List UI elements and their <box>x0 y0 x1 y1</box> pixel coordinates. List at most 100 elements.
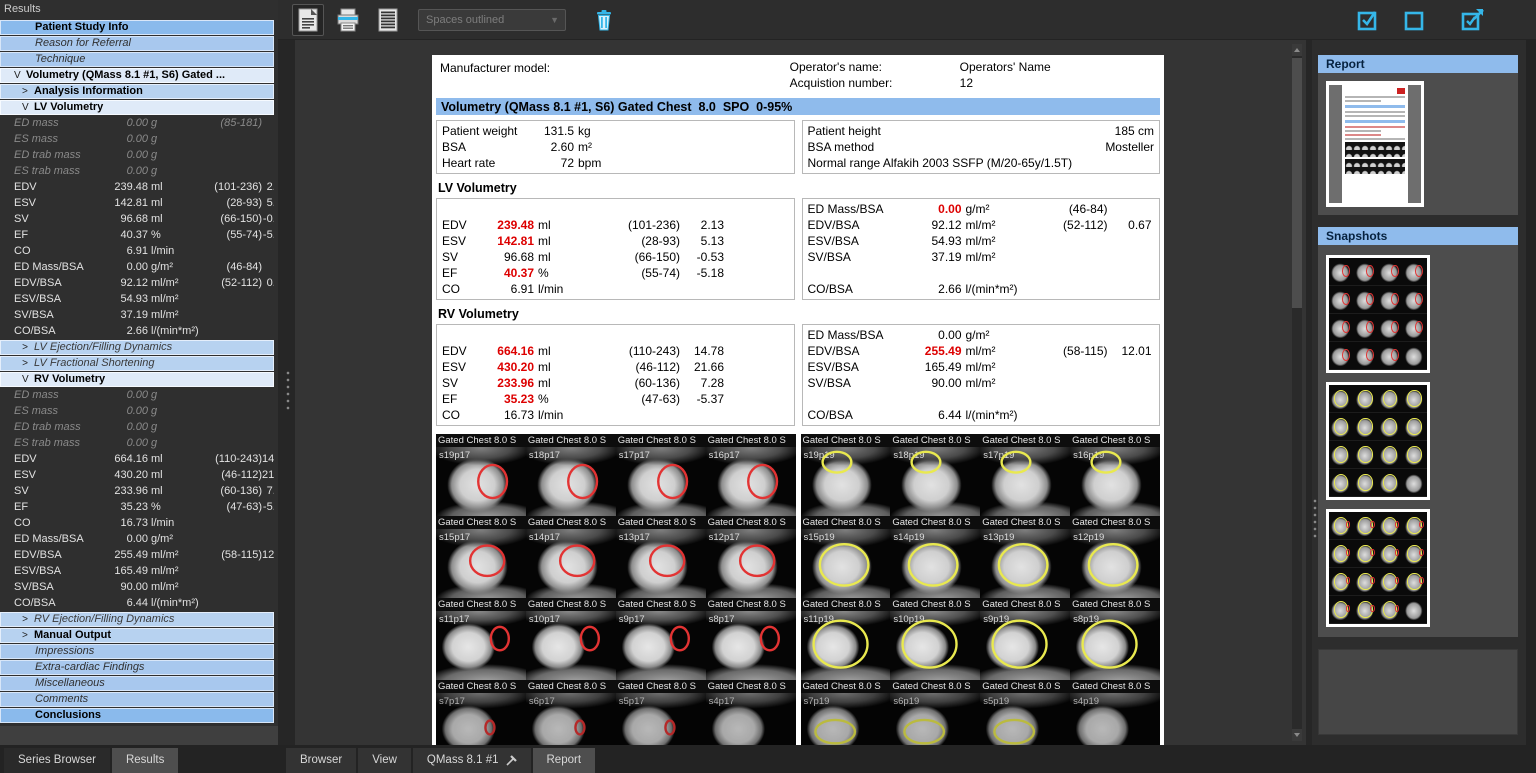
image-cell[interactable]: Gated Chest 8.0 Ss9p19 <box>980 598 1070 680</box>
vertical-scrollbar[interactable] <box>1292 44 1302 741</box>
image-cell[interactable]: Gated Chest 8.0 Ss7p19 <box>801 680 891 745</box>
text-report-button[interactable] <box>372 4 404 36</box>
snapshot-mini-image <box>1403 286 1428 314</box>
image-cell[interactable]: Gated Chest 8.0 Ss13p19 <box>980 516 1070 598</box>
image-cell[interactable]: Gated Chest 8.0 Ss18p19 <box>890 434 980 516</box>
image-cell-series-label: Gated Chest 8.0 S <box>890 680 980 693</box>
spaces-dropdown[interactable]: Spaces outlined ▼ <box>418 9 566 31</box>
image-cell[interactable]: Gated Chest 8.0 Ss7p17 <box>436 680 526 745</box>
image-cell[interactable]: Gated Chest 8.0 Ss4p17 <box>706 680 796 745</box>
snapshot-mini-image <box>1378 469 1403 497</box>
tree-section[interactable]: Comments <box>0 692 274 707</box>
image-cell[interactable]: Gated Chest 8.0 Ss14p17 <box>526 516 616 598</box>
image-cell[interactable]: Gated Chest 8.0 Ss16p17 <box>706 434 796 516</box>
image-cell[interactable]: Gated Chest 8.0 Ss8p19 <box>1070 598 1160 680</box>
cardiac-mri-image: s10p17 <box>526 611 616 680</box>
report-view-button[interactable] <box>292 4 324 36</box>
uncheck-all-button[interactable] <box>1398 4 1430 36</box>
image-cell[interactable]: Gated Chest 8.0 Ss9p17 <box>616 598 706 680</box>
yellow-contour-mini <box>1358 446 1372 462</box>
results-tree: Patient Study InfoReason for ReferralTec… <box>0 18 278 724</box>
snapshot-mini-image <box>1354 512 1379 540</box>
tab-results[interactable]: Results <box>112 748 178 773</box>
export-checked-button[interactable] <box>1458 4 1490 36</box>
image-cell[interactable]: Gated Chest 8.0 Ss4p19 <box>1070 680 1160 745</box>
tree-section[interactable]: >LV Ejection/Filling Dynamics <box>0 340 274 355</box>
image-cell[interactable]: Gated Chest 8.0 Ss14p19 <box>890 516 980 598</box>
image-cell[interactable]: Gated Chest 8.0 Ss19p19 <box>801 434 891 516</box>
result-z: 0.67 <box>262 276 274 291</box>
tree-section[interactable]: >RV Ejection/Filling Dynamics <box>0 612 274 627</box>
image-cell[interactable]: Gated Chest 8.0 Ss10p19 <box>890 598 980 680</box>
snapshot-thumbnail[interactable] <box>1326 382 1430 500</box>
image-cell[interactable]: Gated Chest 8.0 Ss17p17 <box>616 434 706 516</box>
image-cell[interactable]: Gated Chest 8.0 Ss15p19 <box>801 516 891 598</box>
image-cell[interactable]: Gated Chest 8.0 Ss13p17 <box>616 516 706 598</box>
tab-browser[interactable]: Browser <box>286 748 356 773</box>
image-cell[interactable]: Gated Chest 8.0 Ss10p17 <box>526 598 616 680</box>
image-cell[interactable]: Gated Chest 8.0 Ss11p17 <box>436 598 526 680</box>
measurement-range <box>1032 327 1108 343</box>
tree-section[interactable]: Miscellaneous <box>0 676 274 691</box>
image-cell[interactable]: Gated Chest 8.0 Ss19p17 <box>436 434 526 516</box>
tree-section[interactable]: Patient Study Info <box>0 20 274 35</box>
image-cell[interactable]: Gated Chest 8.0 Ss12p17 <box>706 516 796 598</box>
result-lbl: EDV <box>14 452 98 467</box>
snapshot-mini-image <box>1378 342 1403 370</box>
snapshot-mini-image <box>1403 596 1428 624</box>
tree-section[interactable]: >Analysis Information <box>0 84 274 99</box>
patient-row: BSA2.60m² <box>442 139 789 155</box>
image-cell[interactable]: Gated Chest 8.0 Ss12p19 <box>1070 516 1160 598</box>
result-lbl: ESV/BSA <box>14 292 98 307</box>
image-cell[interactable]: Gated Chest 8.0 Ss18p17 <box>526 434 616 516</box>
result-z: 2.13 <box>262 180 274 195</box>
tab-qmass-8-1-1[interactable]: QMass 8.1 #1 <box>413 748 531 773</box>
scroll-up-button[interactable] <box>1292 44 1302 56</box>
tab-view[interactable]: View <box>358 748 411 773</box>
check-all-button[interactable] <box>1352 4 1384 36</box>
tab-series-browser[interactable]: Series Browser <box>4 748 110 773</box>
tree-section[interactable]: Technique <box>0 52 274 67</box>
tree-section[interactable]: Conclusions <box>0 708 274 723</box>
image-cell[interactable]: Gated Chest 8.0 Ss6p19 <box>890 680 980 745</box>
image-cell[interactable]: Gated Chest 8.0 Ss6p17 <box>526 680 616 745</box>
tree-section[interactable]: VLV Volumetry <box>0 100 274 115</box>
tree-section[interactable]: VRV Volumetry <box>0 372 274 387</box>
image-cell[interactable]: Gated Chest 8.0 Ss11p19 <box>801 598 891 680</box>
image-cell[interactable]: Gated Chest 8.0 Ss8p17 <box>706 598 796 680</box>
yellow-contour-mini <box>1334 474 1348 490</box>
tree-section[interactable]: Extra-cardiac Findings <box>0 660 274 675</box>
tree-section[interactable]: >Manual Output <box>0 628 274 643</box>
measurement-range: (47-63) <box>600 391 680 407</box>
image-cell[interactable]: Gated Chest 8.0 Ss15p17 <box>436 516 526 598</box>
pin-icon[interactable] <box>505 755 517 767</box>
measurement-unit: l/min <box>534 281 600 297</box>
medis-logo <box>1397 88 1405 94</box>
image-cell[interactable]: Gated Chest 8.0 Ss17p19 <box>980 434 1070 516</box>
tab-report[interactable]: Report <box>533 748 596 773</box>
splitter-handle-left[interactable] <box>286 370 291 412</box>
scrollbar-thumb[interactable] <box>1292 58 1302 308</box>
tree-section[interactable]: Reason for Referral <box>0 36 274 51</box>
image-cell-series-label: Gated Chest 8.0 S <box>890 516 980 529</box>
snapshot-thumbnail[interactable] <box>1326 255 1430 373</box>
result-z <box>262 596 274 611</box>
tree-section[interactable]: VVolumetry (QMass 8.1 #1, S6) Gated ... <box>0 68 274 83</box>
application-window: Results Patient Study InfoReason for Ref… <box>0 0 1536 773</box>
scroll-down-button[interactable] <box>1292 729 1302 741</box>
snapshot-mini-image <box>1329 596 1354 624</box>
yellow-contour-mini <box>1383 474 1397 490</box>
image-cell[interactable]: Gated Chest 8.0 Ss5p17 <box>616 680 706 745</box>
yellow-contour-mini <box>1334 418 1348 434</box>
snapshot-mini-image <box>1403 413 1428 441</box>
report-thumbnail[interactable] <box>1326 81 1424 207</box>
image-cell-series-label: Gated Chest 8.0 S <box>801 680 891 693</box>
splitter-handle-right[interactable] <box>1313 498 1318 540</box>
image-cell[interactable]: Gated Chest 8.0 Ss5p19 <box>980 680 1070 745</box>
tree-section[interactable]: Impressions <box>0 644 274 659</box>
image-cell[interactable]: Gated Chest 8.0 Ss16p19 <box>1070 434 1160 516</box>
delete-report-button[interactable] <box>588 4 620 36</box>
print-button[interactable] <box>332 4 364 36</box>
tree-section[interactable]: >LV Fractional Shortening <box>0 356 274 371</box>
snapshot-thumbnail[interactable] <box>1326 509 1430 627</box>
